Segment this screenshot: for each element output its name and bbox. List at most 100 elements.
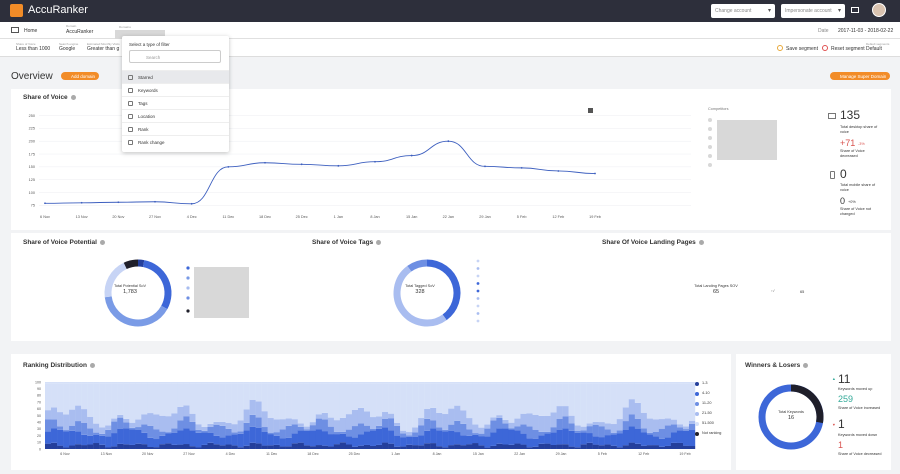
ranking-bar-segment xyxy=(442,382,449,384)
ranking-legend-label: 21-50 xyxy=(702,411,712,415)
add-domain-button[interactable]: Add domain xyxy=(61,72,100,80)
info-icon[interactable] xyxy=(803,362,809,368)
potential-legend-dot xyxy=(186,276,190,280)
ranking-bar-segment xyxy=(400,382,407,384)
ranking-bar-segment xyxy=(640,445,648,449)
ranking-bar-segment xyxy=(646,382,654,384)
change-account-select[interactable]: Change account ▾ xyxy=(711,4,775,18)
desktop-sov-change-label: Share of Voice decreased xyxy=(840,149,865,158)
default-segment-select[interactable]: Default xyxy=(866,46,882,52)
ranking-legend-dot[interactable] xyxy=(695,402,699,406)
ranking-bar-segment xyxy=(478,427,485,434)
home-select[interactable]: Home xyxy=(24,28,37,34)
ranking-bar-segment xyxy=(532,429,539,439)
competitor-checkbox[interactable] xyxy=(708,163,712,167)
ranking-bar-segment xyxy=(556,383,563,407)
ranking-legend-dot[interactable] xyxy=(695,422,699,426)
export-icon[interactable] xyxy=(588,108,593,113)
landing-legend-value: 65 xyxy=(800,290,805,294)
ranking-bar-segment xyxy=(658,428,666,439)
ranking-bar-segment xyxy=(502,428,509,445)
ranking-bar-segment xyxy=(99,444,106,449)
competitor-checkbox[interactable] xyxy=(708,136,712,140)
ranking-bar-segment xyxy=(370,430,377,446)
ranking-bar-segment xyxy=(544,431,551,434)
impersonate-select[interactable]: Impersonate account ▾ xyxy=(781,4,845,18)
ranking-bar-segment xyxy=(129,427,136,430)
ranking-bar-segment xyxy=(568,423,575,431)
domain-select[interactable]: AccuRanker xyxy=(66,29,93,35)
ranking-bar-segment xyxy=(309,422,317,426)
ranking-bar-segment xyxy=(327,382,335,384)
ranking-legend-dot[interactable] xyxy=(695,432,699,436)
ranking-bar-segment xyxy=(424,382,431,384)
ranking-bar-segment xyxy=(424,443,431,449)
sov-point xyxy=(300,163,303,166)
ranking-bar-segment xyxy=(363,431,371,445)
ranking-bar-segment xyxy=(81,445,88,449)
mail-icon[interactable] xyxy=(851,7,859,13)
x-tick-label: 4 Dec xyxy=(226,452,236,456)
ranking-bar-segment xyxy=(219,445,226,449)
ranking-bar-segment xyxy=(219,425,226,438)
ranking-bar-segment xyxy=(357,382,365,384)
filter-option-tags[interactable]: Tags xyxy=(122,96,229,109)
ranking-bar-segment xyxy=(586,442,593,449)
filter-option-starred[interactable]: Starred xyxy=(122,70,229,83)
ranking-bar-segment xyxy=(478,382,485,384)
ranking-bar-segment xyxy=(321,419,329,432)
competitor-checkbox[interactable] xyxy=(708,154,712,158)
ranking-bar-segment xyxy=(321,412,329,420)
competitor-checkbox[interactable] xyxy=(708,118,712,122)
ranking-bar-segment xyxy=(628,414,636,427)
ranking-bar-segment xyxy=(604,383,611,424)
competitor-checkbox[interactable] xyxy=(708,145,712,149)
filter-search-input[interactable]: Search xyxy=(129,50,221,63)
ranking-bar-segment xyxy=(183,416,190,429)
ranking-bar-segment xyxy=(532,446,539,449)
reset-segment-button[interactable]: Reset segment xyxy=(831,46,865,52)
avatar[interactable] xyxy=(872,3,886,17)
ranking-bar-segment xyxy=(538,415,545,432)
ranking-bar-segment xyxy=(321,431,329,446)
ranking-bar-segment xyxy=(676,383,684,425)
filter-option-rank[interactable]: Rank xyxy=(122,122,229,135)
ranking-bar-segment xyxy=(357,407,365,424)
filter-value[interactable]: Google xyxy=(59,46,75,52)
ranking-legend-dot[interactable] xyxy=(695,392,699,396)
ranking-bar-segment xyxy=(676,427,684,431)
ranking-bar-segment xyxy=(285,437,292,447)
x-tick-label: 25 Dec xyxy=(296,215,308,219)
filter-value[interactable]: Less than 1000 xyxy=(16,46,50,52)
ranking-bar-segment xyxy=(430,382,437,384)
ranking-legend-dot[interactable] xyxy=(695,382,699,386)
ranking-bar-segment xyxy=(231,383,238,425)
menu-icon[interactable] xyxy=(11,27,19,33)
ranking-bar-segment xyxy=(448,383,455,409)
filter-value[interactable]: Greater than g xyxy=(87,46,119,52)
x-tick-label: 13 Nov xyxy=(101,452,113,456)
tags-legend-dot xyxy=(476,297,480,300)
filter-option-rank-change[interactable]: Rank change xyxy=(122,135,229,148)
ranking-bar-segment xyxy=(99,433,106,436)
ranking-bar-segment xyxy=(321,382,329,384)
ranking-legend-dot[interactable] xyxy=(695,412,699,416)
manage-super-domain-button[interactable]: Manage Super Domain xyxy=(830,72,891,80)
filter-option-keywords[interactable]: Keywords xyxy=(122,83,229,96)
ranking-bar-segment xyxy=(616,447,623,449)
ranking-bar-segment xyxy=(370,383,377,418)
ranking-bar-segment xyxy=(165,433,172,444)
ranking-bar-segment xyxy=(333,434,341,445)
date-range[interactable]: 2017-11-03 - 2018-02-22 xyxy=(838,28,893,34)
ranking-bar-segment xyxy=(87,428,94,436)
ranking-bar-segment xyxy=(466,418,473,430)
ranking-bar-segment xyxy=(610,432,617,435)
ranking-bar-segment xyxy=(490,382,497,384)
save-segment-button[interactable]: Save segment xyxy=(786,46,818,52)
y-tick-label: 90 xyxy=(37,387,41,391)
competitor-checkbox[interactable] xyxy=(708,127,712,131)
info-icon[interactable] xyxy=(70,94,76,100)
ranking-bar-segment xyxy=(219,383,226,422)
ranking-bar-segment xyxy=(490,417,497,421)
filter-option-location[interactable]: Location xyxy=(122,109,229,122)
